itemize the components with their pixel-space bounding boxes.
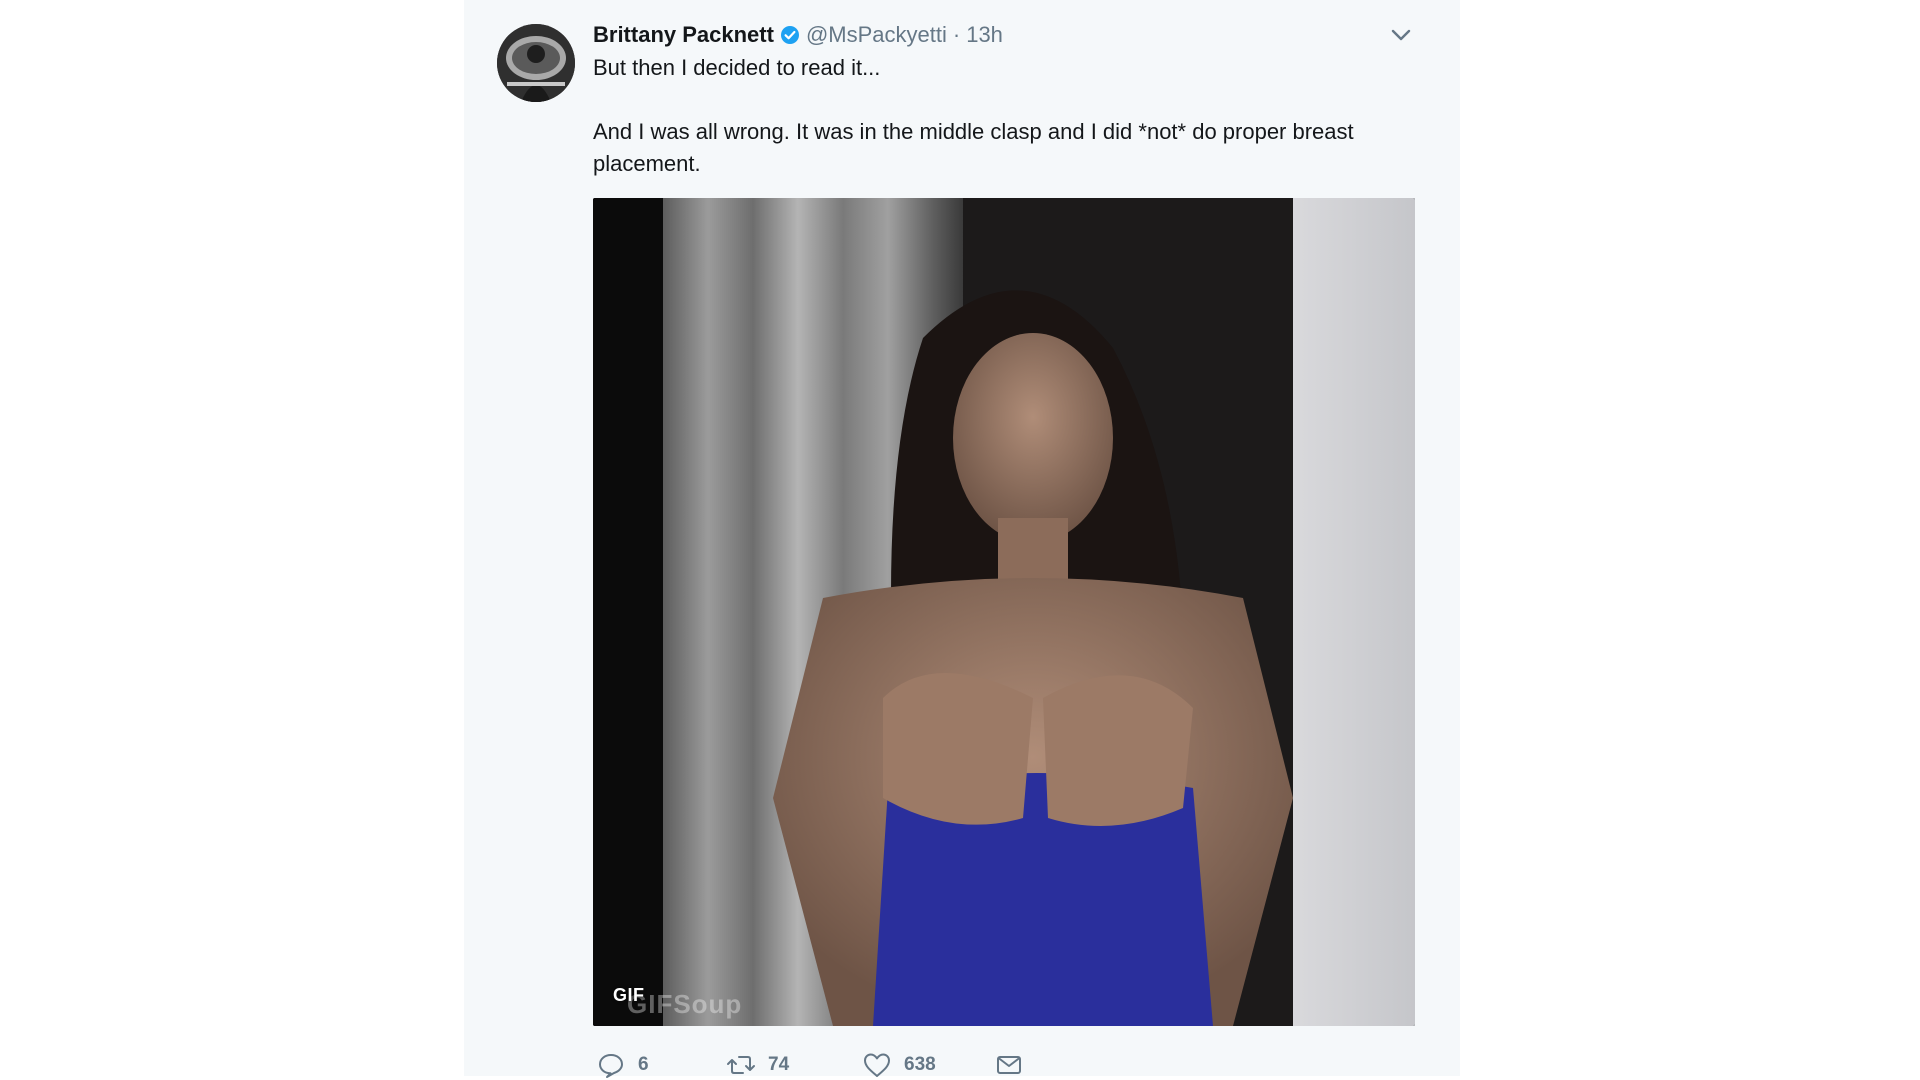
tweet-timestamp[interactable]: 13h [966,22,1003,48]
gif-frame [593,198,1415,1026]
header-separator: · [952,22,961,47]
reply-count: 6 [638,1054,649,1075]
author-handle[interactable]: @MsPackyetti [806,22,947,48]
tweet-header: Brittany Packnett @MsPackyetti · 13h [593,18,1003,52]
reply-icon [599,1054,623,1078]
retweet-button[interactable]: 74 [726,1050,862,1080]
tweet-text: But then I decided to read it... And I w… [593,52,1423,180]
retweet-count: 74 [768,1054,790,1075]
gif-badge: GIF [613,985,645,1005]
direct-message-button[interactable] [994,1050,1034,1080]
reply-button[interactable]: 6 [596,1050,726,1080]
tweet-paragraph: And I was all wrong. It was in the middl… [593,119,1354,176]
tweet-paragraph: But then I decided to read it... [593,55,881,80]
envelope-icon [997,1056,1021,1074]
like-button[interactable]: 638 [862,1050,994,1080]
gif-media[interactable]: GIFSoup GIF [593,198,1415,1026]
retweet-icon [727,1056,755,1074]
author-name[interactable]: Brittany Packnett [593,22,774,48]
heart-icon [864,1053,890,1077]
tweet-actions: 6 74 638 [596,1050,1034,1080]
verified-badge-icon [780,26,799,44]
avatar-image [497,24,575,102]
like-count: 638 [904,1054,936,1075]
chevron-down-icon[interactable] [1388,22,1414,48]
avatar[interactable] [497,24,575,102]
